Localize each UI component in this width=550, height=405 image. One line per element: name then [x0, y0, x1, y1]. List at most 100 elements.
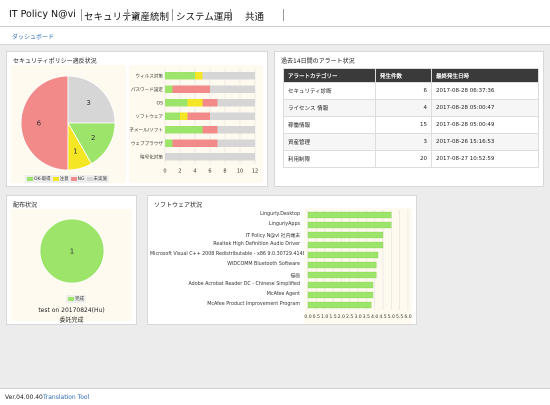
alert-last-date: 2017-08-28 05:00:47	[431, 99, 539, 117]
security-pie-chart: 6 3 2 1	[20, 75, 116, 171]
table-row[interactable]: ライセンス 情報 4 2017-08-28 05:00:47	[283, 99, 539, 117]
x-tick-label: 4.0	[371, 314, 378, 320]
stacked-bar-segment[interactable]	[165, 85, 173, 94]
x-tick-label: 2.0	[338, 314, 345, 320]
legend-caution: 注意	[52, 176, 69, 182]
software-bar[interactable]	[307, 231, 384, 239]
x-tick-label: 3.0	[354, 314, 361, 320]
nav-item-asset-control[interactable]: 資産統制	[131, 9, 169, 23]
nav-item-system-operation[interactable]: システム運用	[176, 9, 233, 23]
table-row[interactable]: 利用制限 20 2017-08-27 10:52:59	[283, 150, 539, 168]
x-tick-label: 2	[178, 169, 181, 175]
software-bar[interactable]	[307, 251, 379, 259]
stacked-bar-segment[interactable]	[165, 72, 195, 80]
legend-label: 未実施	[93, 177, 108, 182]
top-nav: IT Policy N@vi セキュリティ 資産統制 システム運用 共通	[0, 0, 550, 27]
version-label: Ver.04.00.40	[5, 394, 43, 401]
legend-unconducted: 未実施	[86, 176, 108, 182]
col-header-last-date[interactable]: 最終発生日時	[431, 68, 539, 83]
pie-slice-label: 6	[37, 120, 42, 128]
pie-slice-label: 3	[86, 99, 90, 107]
breadcrumb-bar: ダッシュボード	[0, 27, 550, 45]
translation-tool-link[interactable]: Translation Tool	[43, 394, 89, 401]
table-header-row: アラートカテゴリー 発生件数 最終発生日時	[283, 68, 539, 83]
table-row[interactable]: 稼働情報 15 2017-08-28 05:00:49	[283, 116, 539, 134]
stacked-bar-segment[interactable]	[210, 85, 255, 94]
legend-label: OK-取得	[34, 177, 51, 182]
category-label: 暗号化対策	[140, 154, 163, 161]
software-panel: ソフトウェア状況 Lingurly.Desktop LinguriyApps IT …	[147, 195, 417, 325]
stacked-bar-segment[interactable]	[165, 112, 180, 121]
legend-swatch	[27, 177, 33, 181]
alert-category: 稼働情報	[283, 116, 376, 134]
stacked-bar-segment[interactable]	[195, 72, 203, 80]
software-chart-area: 0.0 0.5 1.0 1.5 2.0 2.5 3.0 3.5 4.0 4.5 5.0 5.5 6.0	[304, 208, 412, 324]
software-bar[interactable]	[307, 221, 392, 229]
legend-label: 完成	[75, 297, 84, 302]
x-tick-label: 8	[223, 169, 226, 175]
col-header-count[interactable]: 発生件数	[375, 68, 432, 83]
panel-title: 配布状況	[13, 202, 38, 209]
stacked-bar-segment[interactable]	[165, 99, 188, 107]
legend-swatch	[70, 177, 77, 181]
pie-slice[interactable]	[67, 75, 116, 124]
software-name-label: 描画	[290, 274, 300, 279]
alert-category: セキュリティ診断	[283, 82, 376, 100]
alert-last-date: 2017-08-28 05:00:49	[431, 116, 539, 134]
stacked-bar-segment[interactable]	[187, 99, 203, 107]
panel-title: ソフトウェア状況	[154, 202, 203, 209]
software-bar[interactable]	[307, 291, 374, 299]
stacked-bar-segment[interactable]	[202, 126, 218, 134]
stacked-bar-segment[interactable]	[165, 126, 203, 134]
alert-count: 20	[375, 150, 432, 168]
software-bar[interactable]	[307, 301, 372, 309]
software-bar[interactable]	[307, 261, 377, 269]
software-name-label: Realtek High Definition Audio Driver	[213, 242, 300, 247]
software-name-label: LinguriyApps	[268, 222, 300, 227]
alert-category: 資産管理	[283, 133, 376, 151]
alert-count: 4	[375, 99, 432, 117]
software-bar[interactable]	[307, 211, 392, 219]
nav-divider	[172, 9, 173, 21]
x-tick-label: 2.5	[346, 314, 353, 320]
stacked-bar-segment[interactable]	[172, 139, 218, 148]
nav-brand[interactable]: IT Policy N@vi	[9, 9, 76, 20]
pie-slice[interactable]	[20, 75, 69, 171]
stacked-bar-segment[interactable]	[217, 139, 256, 148]
stacked-bar-segment[interactable]	[202, 99, 218, 107]
col-header-category[interactable]: アラートカテゴリー	[283, 68, 376, 83]
stacked-bar-segment[interactable]	[187, 112, 211, 121]
x-tick-label: 5.0	[388, 314, 395, 320]
stacked-bar-segment[interactable]	[217, 126, 256, 134]
legend-complete: 完成	[68, 296, 84, 302]
distribution-caption-2: 委託完成	[59, 317, 84, 324]
stacked-bar-segment[interactable]	[210, 112, 255, 121]
table-row[interactable]: セキュリティ診断 6 2017-08-28 06:37:36	[283, 82, 539, 100]
table-row[interactable]: 資産管理 3 2017-08-26 15:16:53	[283, 133, 539, 151]
stacked-bar-segment[interactable]	[172, 85, 211, 94]
stacked-bar-segment[interactable]	[202, 72, 256, 80]
distribution-pie-chart: 1	[39, 218, 105, 284]
breadcrumb-dashboard[interactable]: ダッシュボード	[12, 32, 54, 41]
x-tick-label: 10	[237, 169, 243, 175]
legend-ok: OK-取得	[27, 176, 51, 182]
software-bar[interactable]	[307, 241, 384, 249]
nav-divider	[230, 9, 231, 21]
x-tick-label: 0.0	[304, 314, 311, 320]
x-tick-label: 6	[208, 169, 211, 175]
stacked-bar-segment[interactable]	[180, 112, 188, 121]
stacked-bar-segment[interactable]	[217, 99, 256, 107]
software-bar[interactable]	[307, 271, 377, 279]
category-label: パスワード設定	[131, 86, 164, 93]
stacked-bar-segment[interactable]	[165, 153, 255, 161]
alert-category: ライセンス 情報	[283, 99, 376, 117]
software-bar[interactable]	[307, 281, 374, 289]
x-tick-label: 3.5	[363, 314, 370, 320]
category-label: 電子メール/ソフト	[129, 127, 163, 134]
software-name-label: WIDCOMM Bluetooth Software	[227, 262, 300, 267]
software-name-label: McAfee Product Improvement Program	[207, 302, 300, 307]
distribution-legend: 完成	[66, 295, 86, 303]
alert-count: 3	[375, 133, 432, 151]
stacked-bar-segment[interactable]	[165, 139, 173, 148]
nav-item-common[interactable]: 共通	[245, 9, 264, 23]
